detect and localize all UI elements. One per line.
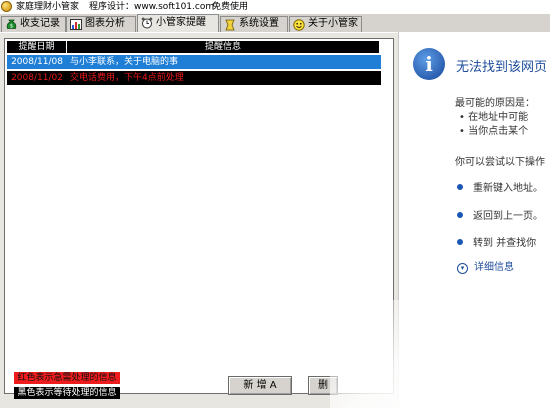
action-search[interactable]: 转到 并查找你 [457,234,536,249]
tab-label: 收支记录 [20,18,60,29]
license-text: 免费使用 [212,2,249,12]
legend-urgent: 红色表示急需处理的信息 [14,372,120,384]
tab-chart-analysis[interactable]: 图表分析 [66,16,136,32]
reminder-date: 2008/11/02 [11,73,63,83]
action-go-back[interactable]: 返回到上一页。 [457,207,543,222]
more-info-link[interactable]: ▾ 详细信息 [457,258,514,274]
error-title: 无法找到该网页 [456,60,548,75]
white-fade-overlay [330,300,550,408]
cause-item: • 在地址中可能 [459,112,529,123]
settings-icon [224,19,236,30]
try-heading: 你可以尝试以下操作 [455,157,545,168]
svg-text:$: $ [9,24,12,30]
tab-strip: $ 收支记录 图表分析 小管家提醒 系统设置 关于小管家 [0,14,398,32]
tab-about[interactable]: 关于小管家 [289,16,362,32]
cause-item: • 当你点击某个 [459,126,529,137]
reminder-message: 交电话费用，下午4点前处理 [70,73,184,83]
tab-reminders[interactable]: 小管家提醒 [137,14,219,32]
reminder-date: 2008/11/08 [11,57,63,67]
reminder-row[interactable]: 2008/11/02 交电话费用，下午4点前处理 [7,71,381,85]
causes-heading: 最可能的原因是： [455,98,535,109]
tab-system-settings[interactable]: 系统设置 [220,16,288,32]
tab-label: 图表分析 [85,18,125,29]
add-button[interactable]: 新 增 A [228,376,292,395]
money-bag-icon: $ [5,19,17,30]
smiley-icon [293,18,305,31]
bullet-icon [457,212,463,218]
tab-label: 关于小管家 [308,18,358,29]
info-icon: i [413,48,445,80]
column-header-message[interactable]: 提醒信息 [67,41,379,53]
chart-icon [70,19,82,30]
title-bar: 家庭理财小管家 程序设计：www.soft101.com 免费使用 [0,0,550,14]
column-header-date[interactable]: 提醒日期 [7,41,66,53]
designer-credit: 程序设计：www.soft101.com [89,2,215,12]
legend-pending: 黑色表示等待处理的信息 [14,387,120,399]
app-coin-icon [1,1,12,12]
action-retype-address[interactable]: 重新键入地址。 [457,179,543,194]
tab-label: 小管家提醒 [156,17,206,28]
app-title: 家庭理财小管家 [16,2,80,12]
tab-income-expense[interactable]: $ 收支记录 [1,16,66,32]
tab-label: 系统设置 [239,18,279,29]
reminder-message: 与小李联系，关于电脑的事 [70,57,179,67]
reminder-row[interactable]: 2008/11/08 与小李联系，关于电脑的事 [7,55,381,69]
bullet-icon [457,239,463,245]
chevron-down-icon: ▾ [457,263,468,274]
alarm-clock-icon [141,17,153,28]
bullet-icon [457,184,463,190]
